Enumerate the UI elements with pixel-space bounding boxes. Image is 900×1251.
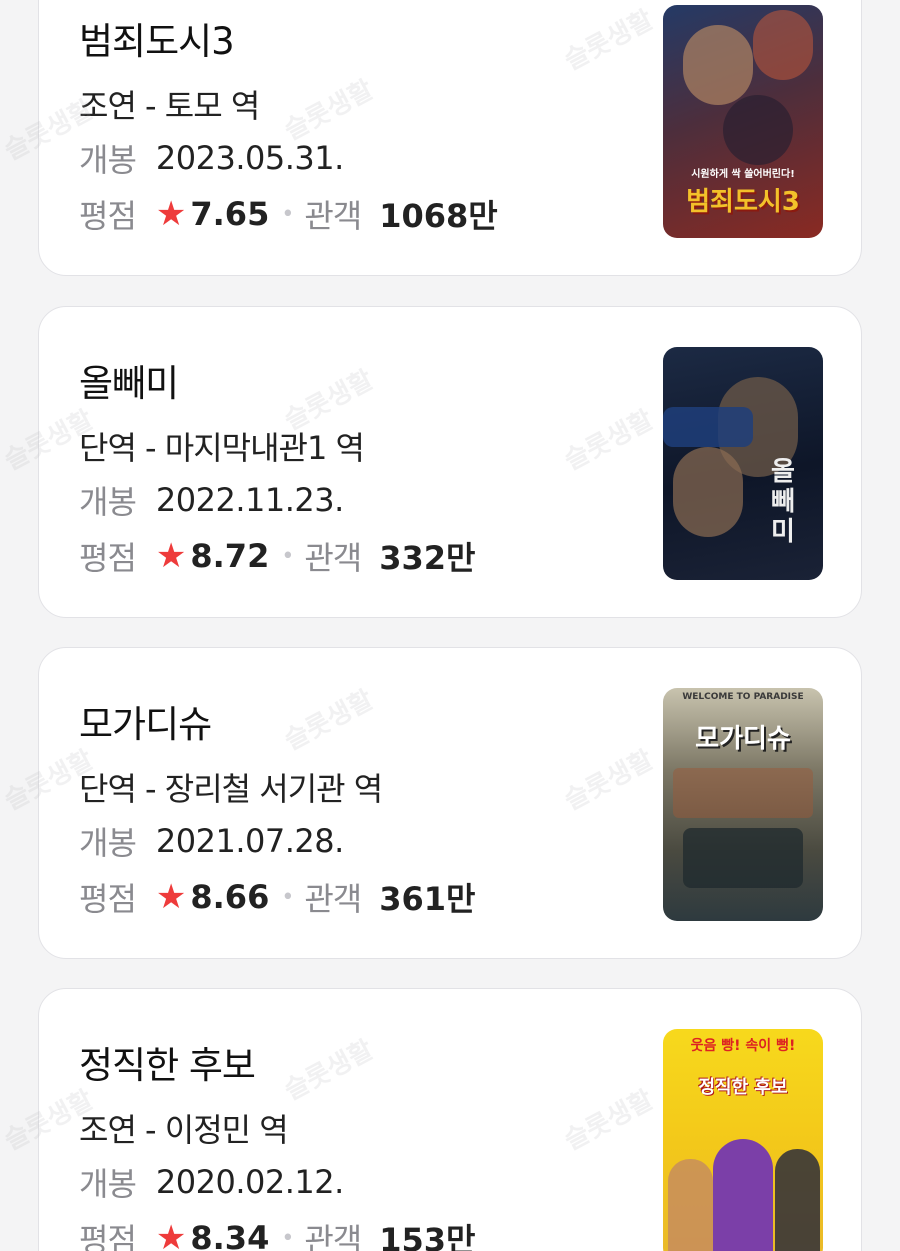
poster-title: 정직한 후보 (698, 1077, 788, 1098)
movie-role: 조연 - 이정민 역 (79, 1111, 289, 1149)
movie-poster[interactable]: 올빼미 (663, 347, 823, 580)
movie-role: 단역 - 장리철 서기관 역 (79, 770, 383, 808)
movie-title: 정직한 후보 (79, 1044, 256, 1087)
release-row: 개봉 2023.05.31. (79, 135, 344, 181)
rating-value: 8.66 (190, 878, 270, 916)
release-row: 개봉 2020.02.12. (79, 1159, 344, 1205)
separator-dot: • (281, 543, 295, 569)
audience-label: 관객 (304, 197, 362, 235)
rating-value: 7.65 (190, 195, 270, 233)
rating-row: 평점 ★ 8.72 • 관객 332만 (79, 533, 475, 579)
release-date: 2022.11.23. (155, 481, 344, 519)
release-row: 개봉 2021.07.28. (79, 818, 344, 864)
movie-role: 단역 - 마지막내관1 역 (79, 429, 365, 467)
separator-dot: • (281, 201, 295, 227)
movie-title: 모가디슈 (79, 703, 212, 746)
rating-value: 8.72 (190, 537, 270, 575)
poster-title: 범죄도시3 (686, 187, 800, 217)
release-date: 2023.05.31. (155, 139, 344, 177)
audience-label: 관객 (304, 1221, 362, 1251)
movie-title: 올빼미 (79, 362, 179, 405)
audience-count: 361만 (379, 880, 476, 918)
star-icon: ★ (155, 1218, 187, 1251)
release-row: 개봉 2022.11.23. (79, 477, 344, 523)
movie-card[interactable]: 정직한 후보 조연 - 이정민 역 개봉 2020.02.12. 평점 ★ 8.… (38, 988, 862, 1251)
movie-poster[interactable]: 시원하게 싹 쓸어버린다! 범죄도시3 (663, 5, 823, 238)
release-label: 개봉 (79, 483, 137, 521)
rating-label: 평점 (79, 539, 137, 577)
release-date: 2021.07.28. (155, 822, 344, 860)
poster-tagline: WELCOME TO PARADISE (682, 692, 804, 702)
release-label: 개봉 (79, 141, 137, 179)
audience-label: 관객 (304, 539, 362, 577)
rating-row: 평점 ★ 8.34 • 관객 153만 (79, 1215, 475, 1251)
release-label: 개봉 (79, 824, 137, 862)
audience-count: 153만 (379, 1221, 476, 1251)
star-icon: ★ (155, 877, 187, 917)
poster-title: 올빼미 (771, 457, 795, 547)
movie-card[interactable]: 범죄도시3 조연 - 토모 역 개봉 2023.05.31. 평점 ★ 7.65… (38, 0, 862, 276)
poster-title: 모가디슈 (695, 724, 791, 754)
movie-role: 조연 - 토모 역 (79, 87, 260, 125)
rating-row: 평점 ★ 8.66 • 관객 361만 (79, 874, 475, 920)
poster-tagline: 시원하게 싹 쓸어버린다! (691, 169, 795, 180)
movie-card[interactable]: 올빼미 단역 - 마지막내관1 역 개봉 2022.11.23. 평점 ★ 8.… (38, 306, 862, 618)
separator-dot: • (281, 1225, 295, 1251)
rating-label: 평점 (79, 880, 137, 918)
separator-dot: • (281, 884, 295, 910)
release-label: 개봉 (79, 1165, 137, 1203)
movie-title: 범죄도시3 (79, 20, 235, 63)
poster-tagline: 웃음 빵! 속이 뻥! (690, 1038, 796, 1054)
rating-value: 8.34 (190, 1219, 270, 1251)
star-icon: ★ (155, 194, 187, 234)
release-date: 2020.02.12. (155, 1163, 344, 1201)
audience-label: 관객 (304, 880, 362, 918)
audience-count: 332만 (379, 539, 476, 577)
star-icon: ★ (155, 536, 187, 576)
audience-count: 1068만 (379, 197, 498, 235)
rating-row: 평점 ★ 7.65 • 관객 1068만 (79, 191, 498, 237)
movie-poster[interactable]: 웃음 빵! 속이 뻥! 정직한 후보 (663, 1029, 823, 1251)
rating-label: 평점 (79, 1221, 137, 1251)
rating-label: 평점 (79, 197, 137, 235)
movie-poster[interactable]: WELCOME TO PARADISE 모가디슈 (663, 688, 823, 921)
movie-card[interactable]: 모가디슈 단역 - 장리철 서기관 역 개봉 2021.07.28. 평점 ★ … (38, 647, 862, 959)
